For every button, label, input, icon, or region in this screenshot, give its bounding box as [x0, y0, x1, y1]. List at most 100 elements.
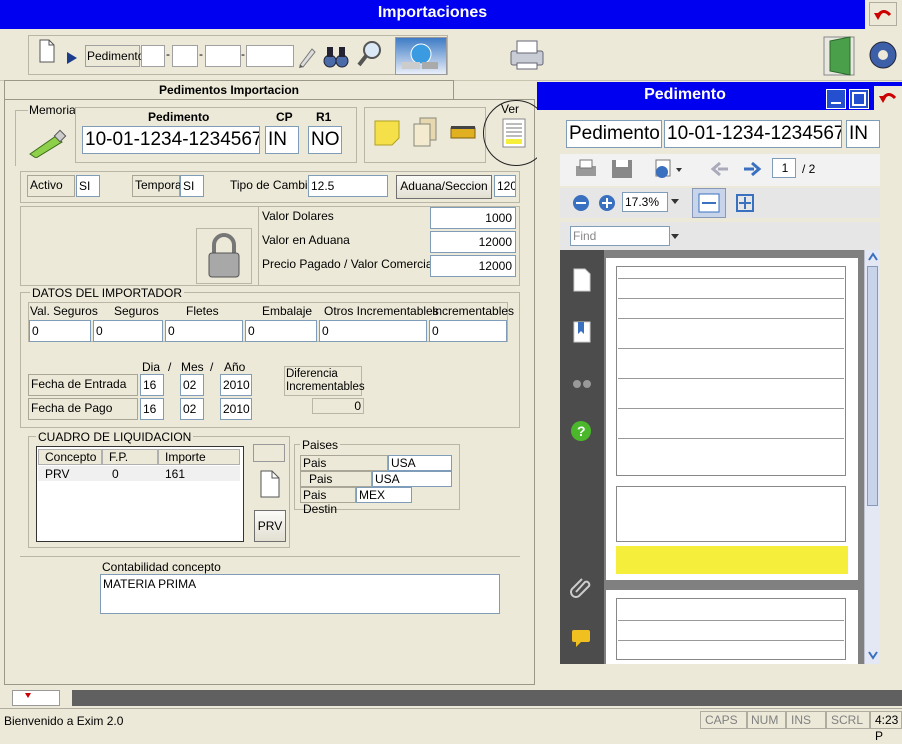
valor-aduana-field[interactable]: 12000	[430, 231, 516, 253]
fp-column-header[interactable]: F.P.	[102, 449, 158, 465]
comments-icon[interactable]	[570, 628, 594, 648]
pedimento-number-field[interactable]: 10-01-1234-1234567	[82, 126, 260, 154]
entrada-anio-field[interactable]: 2010	[220, 374, 252, 396]
document-icon[interactable]	[259, 470, 281, 498]
bottom-tab-button[interactable]	[12, 690, 60, 706]
save-icon[interactable]	[610, 158, 634, 180]
caps-indicator: CAPS	[700, 711, 748, 729]
pencil-icon[interactable]	[296, 45, 318, 69]
viewer-cp-field[interactable]: IN	[846, 120, 880, 148]
seguros-field[interactable]: 0	[93, 320, 163, 342]
entrada-mes-field[interactable]: 02	[180, 374, 204, 396]
viewer-title: Pedimento	[644, 86, 726, 103]
door-icon	[823, 36, 855, 76]
pages-dropdown-icon[interactable]	[652, 158, 684, 182]
viewer-pedimento-field[interactable]: 10-01-1234-1234567	[664, 120, 842, 148]
viewer-minimize-button[interactable]	[826, 89, 846, 109]
usb-memory-icon[interactable]	[26, 128, 70, 158]
world-trade-button[interactable]	[395, 37, 447, 75]
pago-dia-field[interactable]: 16	[140, 398, 164, 420]
zoom-in-icon[interactable]	[598, 194, 616, 212]
diferencia-label: Diferencia Incrementables	[286, 368, 365, 393]
aduana-seccion-button[interactable]: Aduana/Seccion	[396, 175, 492, 199]
val-seguros-field[interactable]: 0	[29, 320, 91, 342]
help-icon[interactable]: ?	[570, 420, 592, 442]
pais-origen-field[interactable]: USA	[372, 471, 452, 487]
tab-pedimentos-importacion[interactable]: Pedimentos Importacion	[4, 80, 454, 100]
activo-field[interactable]: SI	[76, 175, 100, 197]
liquidacion-small-field[interactable]	[253, 444, 285, 462]
settings-gear-icon[interactable]	[866, 37, 900, 73]
pedimento-part2-input[interactable]	[172, 45, 198, 67]
new-document-icon[interactable]	[38, 39, 56, 63]
fletes-header: Fletes	[186, 304, 219, 318]
print-icon[interactable]	[574, 158, 598, 180]
fit-width-icon	[698, 193, 720, 213]
concepto-column-header[interactable]: Concepto	[38, 449, 102, 465]
top-right-area	[865, 0, 902, 29]
find-input[interactable]: Find	[570, 226, 670, 246]
pais-procedencia-field[interactable]: USA	[388, 455, 452, 471]
viewer-back-button[interactable]	[874, 86, 902, 110]
zoom-out-icon[interactable]	[572, 194, 590, 212]
entrada-dia-field[interactable]: 16	[140, 374, 164, 396]
page-number-field[interactable]: 1	[772, 158, 796, 178]
pages-panel-icon[interactable]	[572, 268, 592, 292]
cp-field[interactable]: IN	[265, 126, 299, 154]
zoom-dropdown-icon[interactable]	[670, 198, 680, 206]
num-indicator: NUM	[746, 711, 786, 729]
find-dropdown-icon[interactable]	[670, 233, 680, 241]
fit-width-button[interactable]	[692, 188, 726, 218]
prv-button[interactable]: PRV	[254, 510, 286, 542]
bookmarks-icon[interactable]	[572, 320, 592, 344]
scroll-thumb[interactable]	[867, 266, 878, 506]
scroll-up-icon[interactable]	[865, 250, 881, 264]
date-separator: /	[168, 360, 172, 374]
importe-column-header[interactable]: Importe	[158, 449, 240, 465]
pdf-vertical-scrollbar[interactable]	[864, 250, 880, 664]
previous-page-icon[interactable]	[710, 160, 730, 178]
sticky-note-icon[interactable]	[372, 118, 402, 148]
pedimento-part1-input[interactable]	[141, 45, 165, 67]
embalaje-field[interactable]: 0	[245, 320, 317, 342]
exit-door-button[interactable]	[820, 33, 858, 77]
pedimento-part4-input[interactable]	[246, 45, 294, 67]
diferencia-field[interactable]: 0	[312, 398, 364, 414]
printer-icon[interactable]	[505, 37, 547, 71]
pais-origen-label: Pais Origen	[300, 471, 372, 500]
contabilidad-field[interactable]: MATERIA PRIMA	[100, 574, 500, 614]
valor-dolares-field[interactable]: 1000	[430, 207, 516, 229]
viewer-maximize-button[interactable]	[849, 89, 869, 109]
fecha-entrada-label: Fecha de Entrada	[28, 374, 138, 396]
otros-incrementables-field[interactable]: 0	[319, 320, 427, 342]
pago-anio-field[interactable]: 2010	[220, 398, 252, 420]
precio-pagado-field[interactable]: 12000	[430, 255, 516, 277]
tipo-cambio-field[interactable]: 12.5	[308, 175, 388, 197]
pdf-page-2	[606, 590, 858, 664]
play-arrow-icon[interactable]	[66, 51, 78, 65]
temporal-field[interactable]: SI	[180, 175, 204, 197]
pedimento-part3-input[interactable]	[205, 45, 241, 67]
r1-field[interactable]: NO	[308, 126, 342, 154]
stamp-icon[interactable]	[448, 118, 478, 146]
pais-destino-label: Pais Destin	[300, 487, 356, 516]
padlock-icon	[208, 233, 240, 278]
magnifier-icon[interactable]	[356, 39, 384, 69]
scroll-down-icon[interactable]	[865, 648, 881, 662]
fit-page-icon[interactable]	[734, 192, 756, 214]
back-button[interactable]	[869, 2, 897, 26]
incrementables-field[interactable]: 0	[429, 320, 507, 342]
documents-copy-icon[interactable]	[410, 116, 440, 148]
next-page-icon[interactable]	[742, 160, 762, 178]
binoculars-icon[interactable]	[323, 41, 349, 69]
pais-destino-field[interactable]: MEX	[356, 487, 412, 503]
attachments-paperclip-icon[interactable]	[570, 576, 592, 598]
aduana-field[interactable]: 120	[494, 175, 516, 197]
zoom-level-field[interactable]: 17.3%	[622, 192, 668, 212]
pago-mes-field[interactable]: 02	[180, 398, 204, 420]
lock-button[interactable]	[196, 228, 252, 284]
search-binoculars-icon[interactable]	[572, 372, 592, 390]
view-document-icon[interactable]	[502, 118, 526, 148]
fletes-field[interactable]: 0	[165, 320, 243, 342]
fecha-pago-label: Fecha de Pago	[28, 398, 138, 420]
